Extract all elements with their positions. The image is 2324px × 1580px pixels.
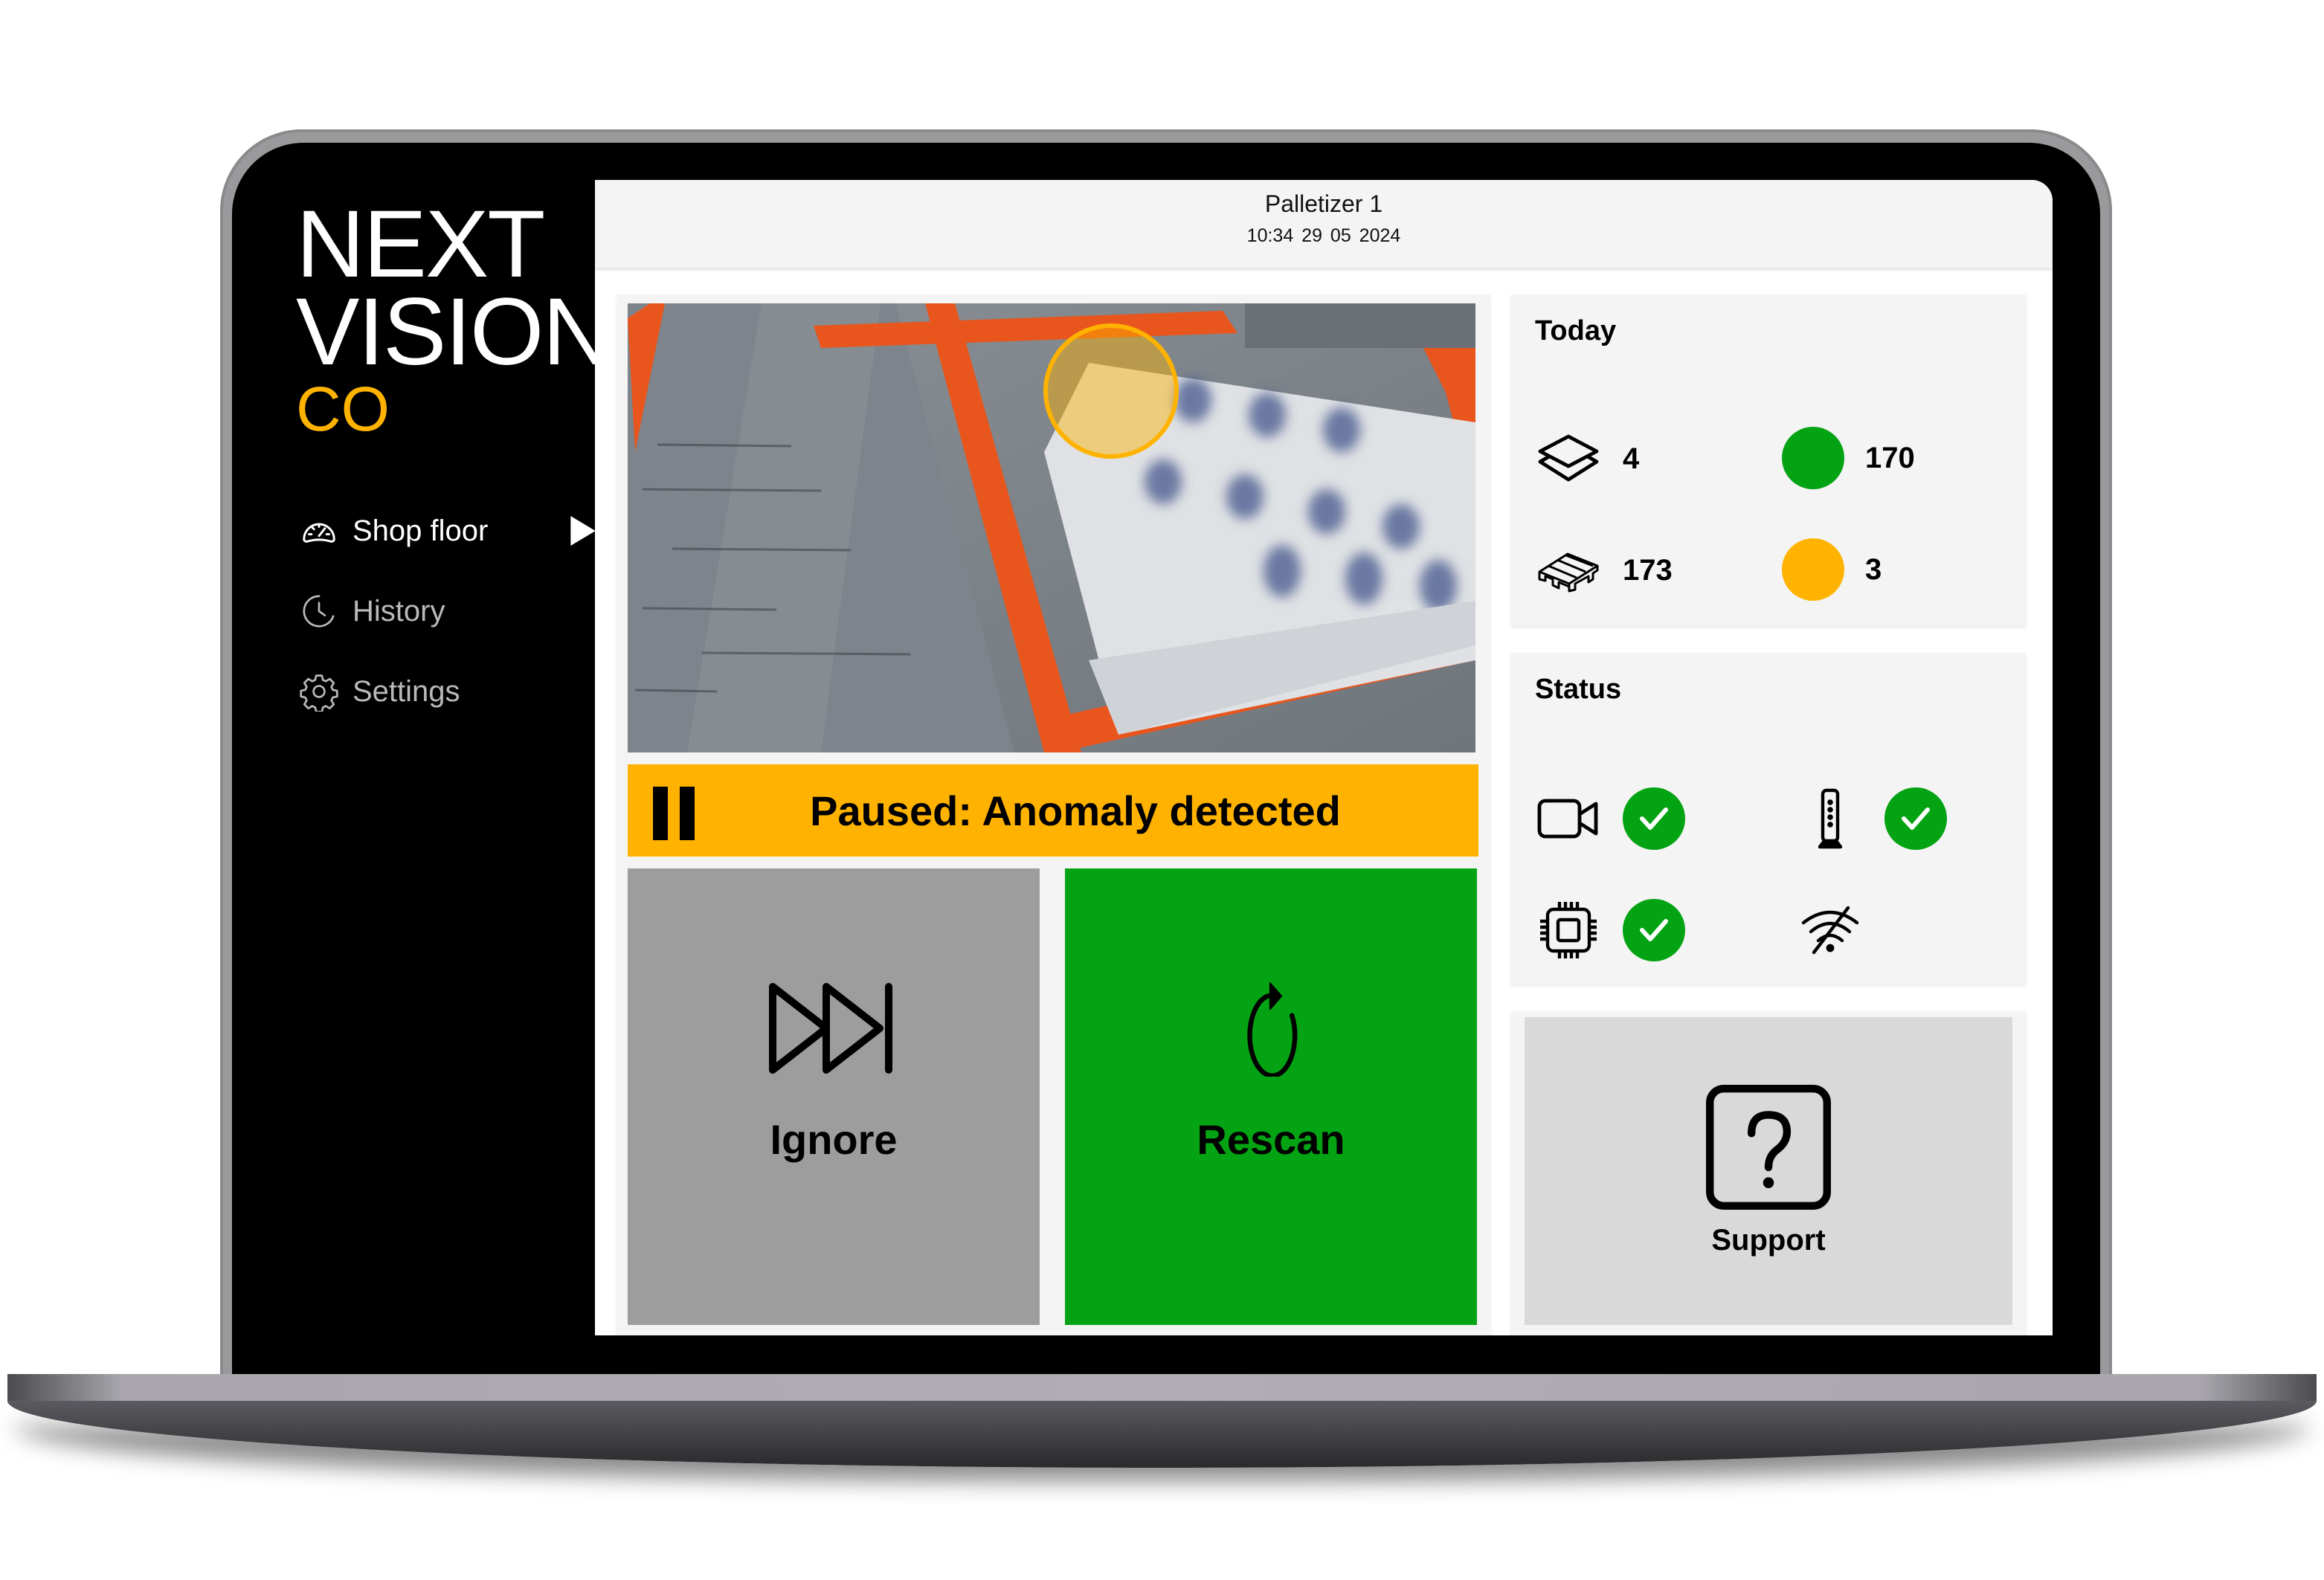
check-ok-icon — [1623, 899, 1685, 961]
rescan-label: Rescan — [1197, 1116, 1345, 1163]
clock-icon — [303, 595, 335, 628]
check-ok-icon — [1623, 787, 1685, 850]
brand-logo: NEXT VISION CO — [296, 191, 611, 444]
app-screen: Palletizer 1 10:34 29 05 2024 Paused: An… — [595, 180, 2053, 1335]
today-card: Today 4 173 170 3 — [1511, 294, 2026, 626]
machine-title: Palletizer 1 — [1264, 190, 1383, 217]
sidebar-item-label: Shop floor — [353, 514, 489, 547]
cpu-chip-icon — [1540, 902, 1597, 958]
ok-count: 170 — [1865, 441, 1915, 474]
wifi-off-icon — [1801, 906, 1859, 955]
green-dot-icon — [1782, 427, 1844, 489]
status-title: Status — [1535, 674, 1622, 705]
layers-count: 4 — [1623, 442, 1640, 475]
sidebar-item-settings[interactable]: Settings — [299, 651, 596, 732]
support-button[interactable]: Support — [1525, 1017, 2012, 1325]
ignore-button[interactable]: Ignore — [628, 868, 1040, 1325]
layers-icon — [1538, 434, 1599, 482]
status-item-sensor — [1797, 787, 1947, 851]
sidebar: NEXT VISION CO Shop floor History Settin… — [245, 171, 611, 1331]
alert-message: Paused: Anomaly detected — [810, 787, 1341, 834]
status-item-processor — [1535, 898, 1685, 962]
logo-line-next: NEXT — [296, 191, 545, 297]
help-box-icon — [1706, 1085, 1831, 1210]
anomaly-alert-banner: Paused: Anomaly detected — [628, 764, 1478, 857]
camera-image — [628, 303, 1475, 752]
sidebar-item-label: History — [353, 594, 445, 628]
active-indicator-icon — [570, 516, 596, 546]
pallets-count: 173 — [1623, 553, 1673, 587]
status-item-wifi — [1797, 898, 1864, 962]
support-label: Support — [1711, 1224, 1826, 1257]
datetime-readout: 10:34 29 05 2024 — [1246, 225, 1401, 246]
gear-icon — [300, 674, 338, 712]
status-item-camera — [1535, 787, 1685, 851]
sidebar-nav: Shop floor History Settings — [299, 491, 596, 732]
laptop-base-top — [7, 1374, 2317, 1402]
ignore-label: Ignore — [770, 1116, 898, 1163]
sidebar-item-label: Settings — [353, 674, 460, 708]
inspection-panel: Paused: Anomaly detected Ignore Rescan — [617, 294, 1490, 1335]
logo-line-co: CO — [296, 373, 390, 444]
camera-feed — [628, 303, 1475, 752]
check-ok-icon — [1884, 787, 1947, 850]
pallet-icon — [1538, 552, 1599, 593]
ok-stat: 170 — [1782, 427, 1915, 489]
rotate-cw-icon — [1247, 982, 1298, 1077]
support-card: Support — [1511, 1011, 2026, 1335]
gauge-icon — [303, 523, 335, 543]
laptop-base-bottom — [7, 1401, 2317, 1468]
pallets-stat: 173 — [1535, 538, 1673, 602]
anomaly-stat: 3 — [1782, 538, 1882, 601]
sidebar-item-shop-floor[interactable]: Shop floor — [299, 491, 596, 571]
layers-stat: 4 — [1535, 427, 1639, 491]
orange-dot-icon — [1782, 538, 1844, 601]
status-card: Status — [1511, 653, 2026, 984]
sidebar-item-history[interactable]: History — [299, 571, 596, 651]
sensor-tower-icon — [1818, 788, 1843, 849]
anomaly-marker — [1043, 323, 1179, 459]
logo-line-vision: VISION — [296, 278, 611, 385]
rescan-button[interactable]: Rescan — [1065, 868, 1477, 1325]
anomaly-count: 3 — [1865, 552, 1882, 586]
video-camera-icon — [1537, 799, 1598, 839]
today-title: Today — [1535, 315, 1617, 346]
page-header: Palletizer 1 10:34 29 05 2024 — [595, 180, 2053, 268]
skip-forward-icon — [769, 983, 892, 1074]
